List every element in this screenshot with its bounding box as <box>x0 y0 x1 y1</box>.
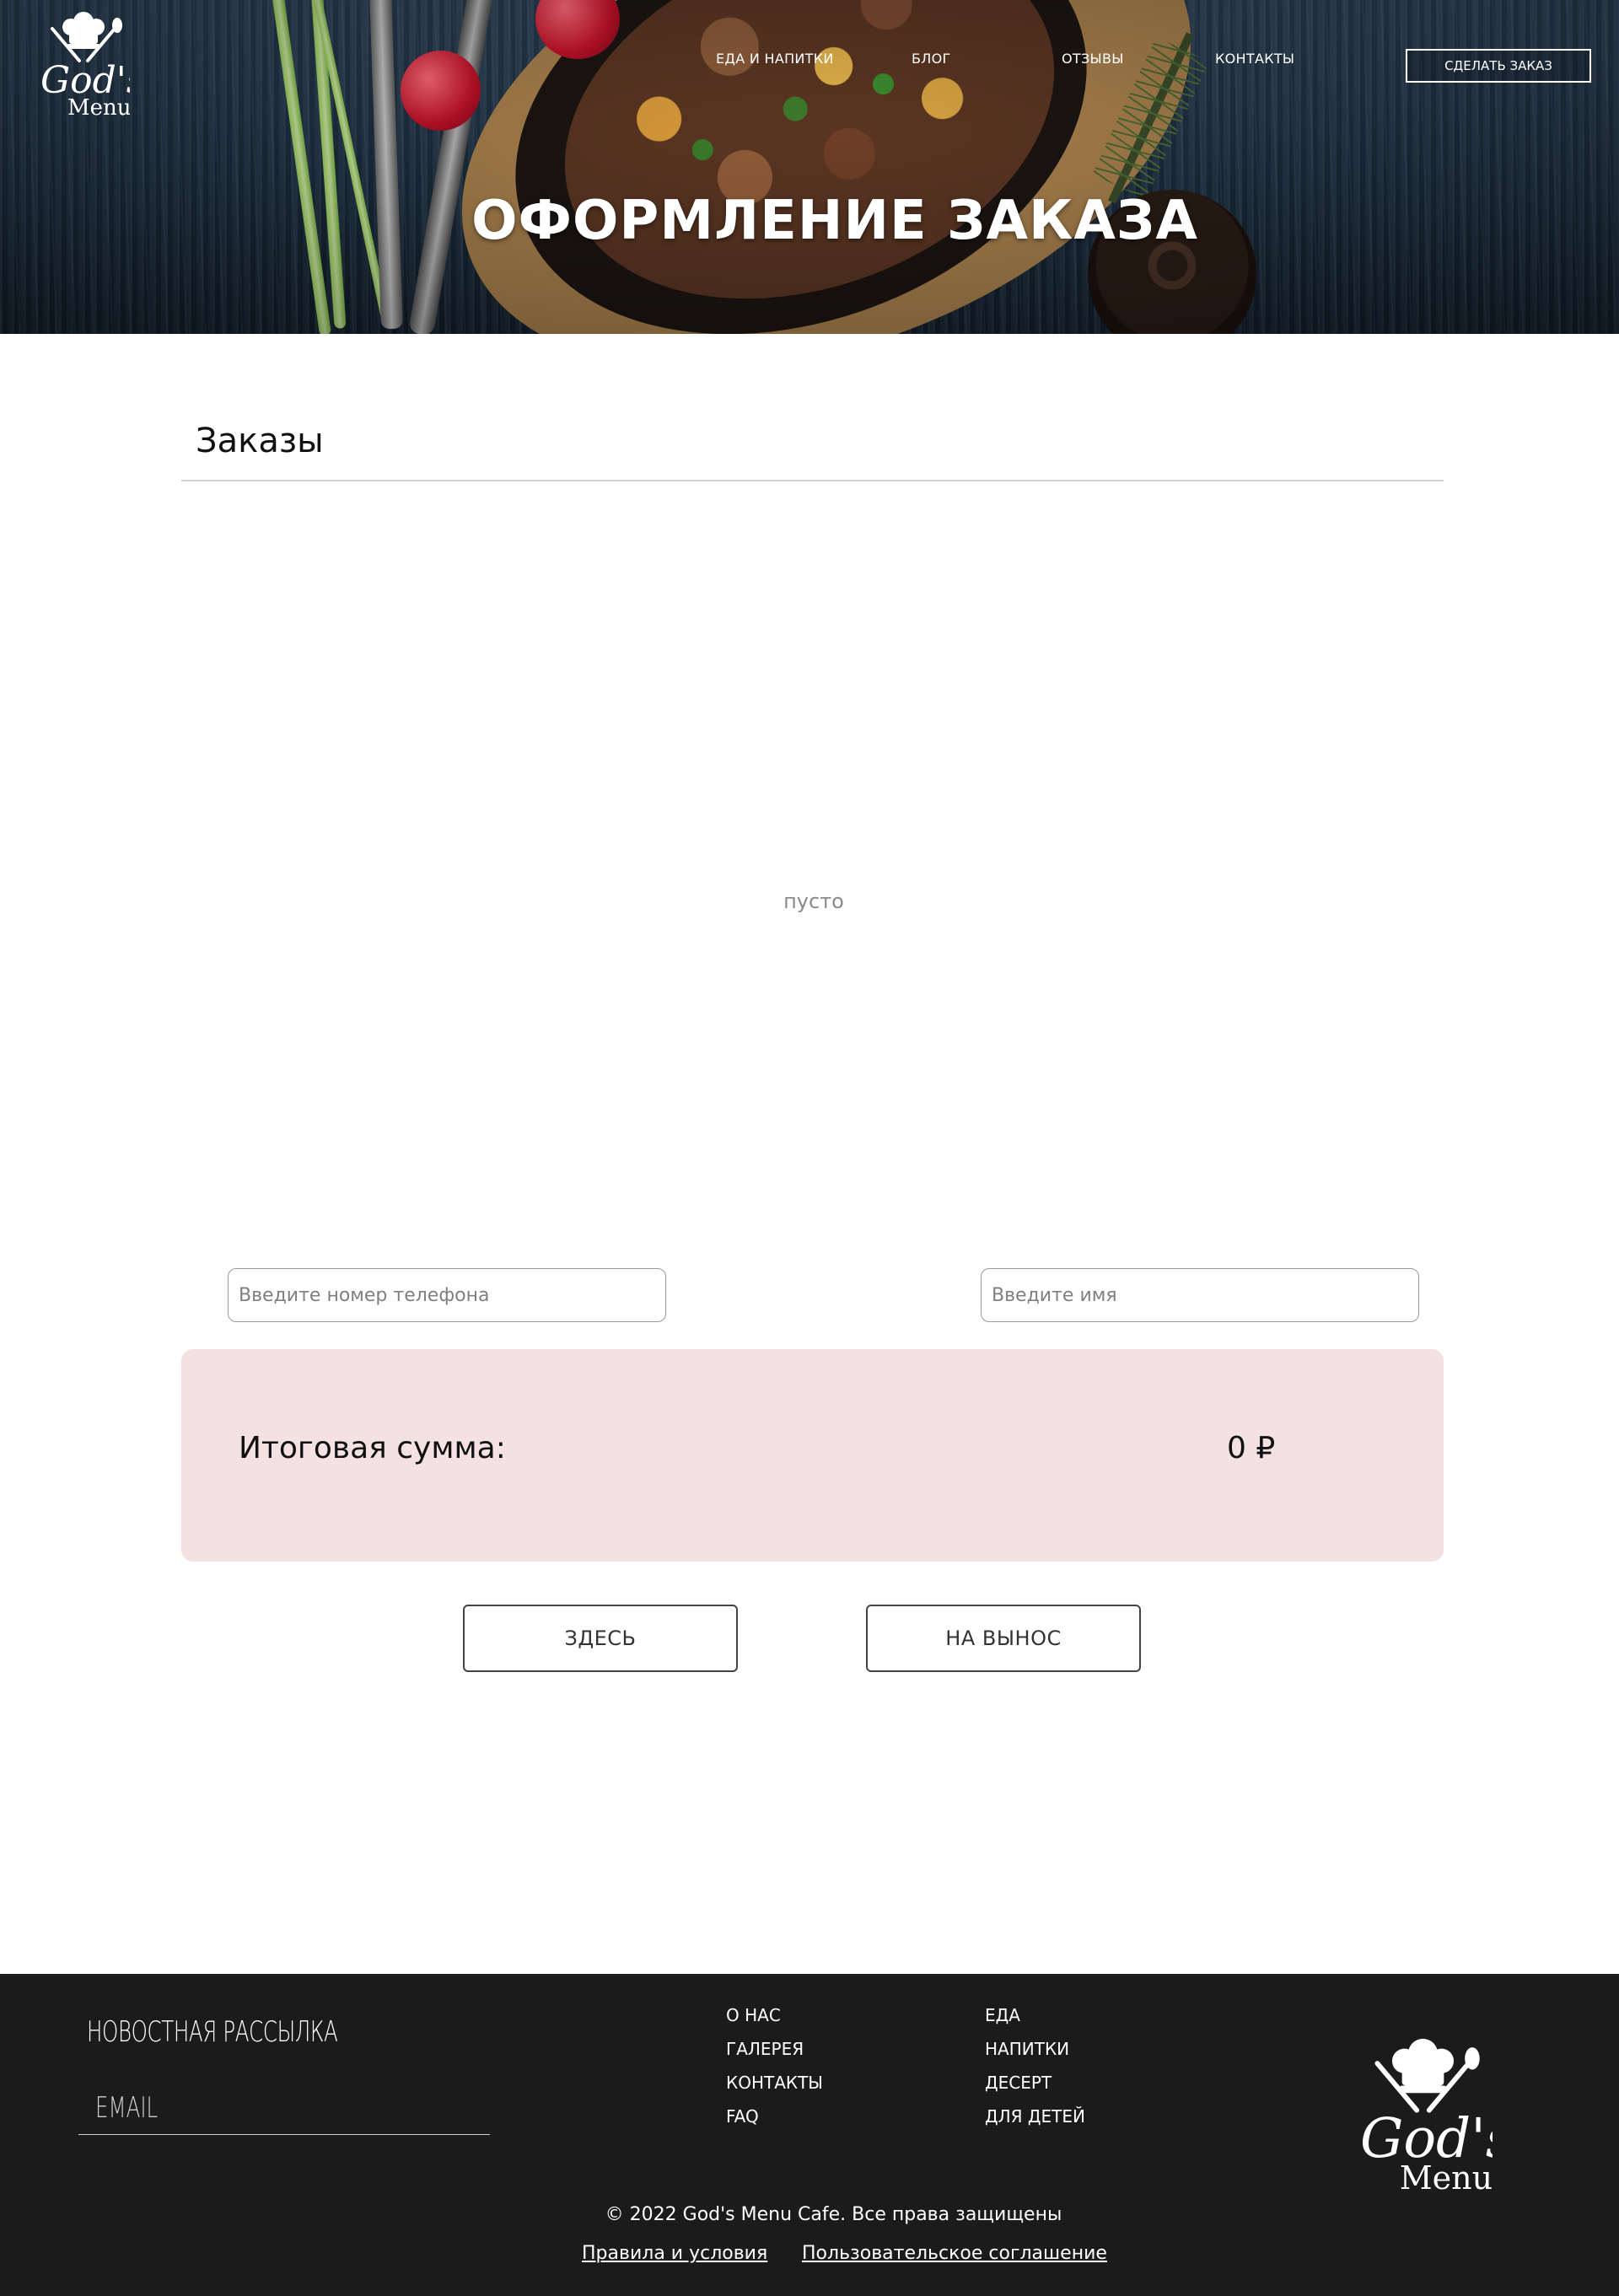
total-value: 0 ₽ <box>1227 1431 1276 1465</box>
newsletter-title: НОВОСТНАЯ РАССЫЛКА <box>87 2015 338 2049</box>
svg-text:Menu: Menu <box>67 95 130 120</box>
total-label: Итоговая сумма: <box>239 1431 506 1465</box>
phone-input[interactable] <box>228 1268 666 1322</box>
user-agreement-link[interactable]: Пользовательское соглашение <box>802 2243 1107 2264</box>
terms-link[interactable]: Правила и условия <box>582 2243 767 2264</box>
footer-link-gallery[interactable]: ГАЛЕРЕЯ <box>726 2039 804 2059</box>
hero-banner: God's Menu ЕДА И НАПИТКИ БЛОГ ОТЗЫВЫ КОН… <box>0 0 1619 334</box>
make-order-button[interactable]: СДЕЛАТЬ ЗАКАЗ <box>1406 49 1591 83</box>
footer-link-dessert[interactable]: ДЕСЕРТ <box>985 2073 1052 2093</box>
footer-link-contacts[interactable]: КОНТАКТЫ <box>726 2073 823 2093</box>
nav-item-blog[interactable]: БЛОГ <box>912 51 951 67</box>
name-input[interactable] <box>981 1268 1419 1322</box>
footer-link-kids[interactable]: ДЛЯ ДЕТЕЙ <box>985 2106 1085 2127</box>
svg-text:Menu: Menu <box>1400 2159 1493 2197</box>
takeaway-button[interactable]: НА ВЫНОС <box>866 1605 1141 1672</box>
chef-hat-icon: God's Menu <box>1360 2038 1514 2197</box>
orders-divider <box>181 480 1444 481</box>
nav-item-contacts[interactable]: КОНТАКТЫ <box>1215 51 1294 67</box>
footer-logo-link[interactable]: God's Menu <box>1353 2036 1514 2197</box>
newsletter-email-input[interactable]: EMAIL <box>78 2081 490 2135</box>
footer-link-food[interactable]: ЕДА <box>985 2005 1020 2025</box>
dine-in-button[interactable]: ЗДЕСЬ <box>463 1605 738 1672</box>
footer-link-faq[interactable]: FAQ <box>726 2106 759 2127</box>
email-placeholder: EMAIL <box>95 2091 159 2125</box>
order-total-panel: Итоговая сумма: 0 ₽ <box>181 1349 1444 1562</box>
page-title: ОФОРМЛЕНИЕ ЗАКАЗА <box>471 190 1198 252</box>
copyright-text: © 2022 God's Menu Cafe. Все права защище… <box>605 2204 1062 2225</box>
footer-link-drinks[interactable]: НАПИТКИ <box>985 2039 1069 2059</box>
nav-item-reviews[interactable]: ОТЗЫВЫ <box>1062 51 1124 67</box>
footer-link-about[interactable]: О НАС <box>726 2005 781 2025</box>
nav-item-food-drinks[interactable]: ЕДА И НАПИТКИ <box>716 51 834 67</box>
orders-title: Заказы <box>196 422 324 460</box>
orders-empty-state: пусто <box>783 890 844 913</box>
main-nav: ЕДА И НАПИТКИ БЛОГ ОТЗЫВЫ КОНТАКТЫ <box>0 51 1619 84</box>
